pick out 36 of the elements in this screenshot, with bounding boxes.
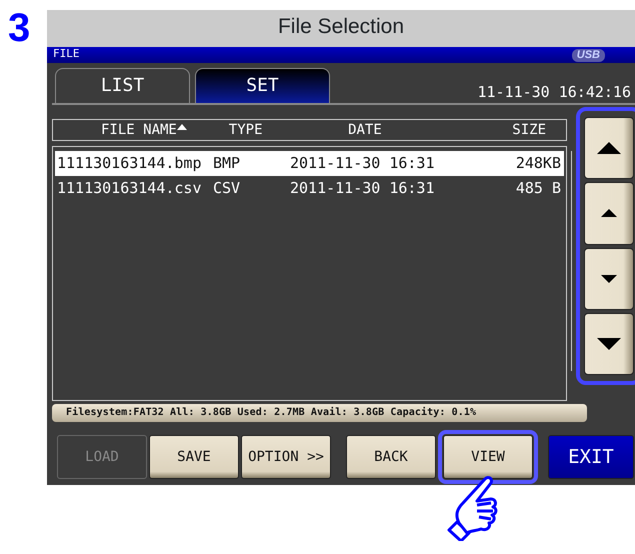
down-triangle-icon [601,274,617,283]
file-row[interactable]: 111130163144.bmp BMP 2011-11-30 16:31 248KB [55,151,564,176]
table-cell-text: BMP [213,153,242,174]
column-header[interactable]: TYPE [208,120,264,140]
scrollbar[interactable] [571,151,572,371]
page-down-button[interactable] [584,312,634,375]
up-triangle-icon [601,209,617,218]
column-header[interactable]: DATE [263,120,500,140]
table-cell-text: 111130163144.csv [56,178,202,199]
table-cell-text: 248KB [514,153,562,174]
action-button[interactable]: VIEW [443,435,533,479]
column-header[interactable]: FILE NAME [53,120,209,140]
tab[interactable]: SET [195,68,330,103]
table-cell-text: CSV [213,178,242,199]
down-triangle-icon [597,338,621,350]
step-number: 3 [7,10,32,52]
date-time: 11-11-30 16:42:16 [477,82,631,103]
table-cell-text: 2011-11-30 16:31 [289,178,436,199]
file-row[interactable]: 111130163144.csv CSV 2011-11-30 16:31 485 B [55,176,564,201]
window-title: File Selection [47,10,635,47]
table-cell-text: 2011-11-30 16:31 [289,153,436,174]
tab[interactable]: LIST [55,68,190,103]
scroll-down-button[interactable] [584,248,634,310]
action-button[interactable]: EXIT [548,435,634,479]
storage-badge: USB [572,49,605,62]
screen-label: FILE [53,47,80,61]
action-button[interactable]: OPTION >> [241,435,331,479]
status-bar: Filesystem:FAT32 All: 3.8GB Used: 2.7MB Avail: 3.8GB Capacity: 0.1% [52,404,587,422]
table-cell-text: 111130163144.bmp [56,153,202,174]
action-button[interactable]: BACK [346,435,436,479]
table-cell-text: 485 B [514,178,562,199]
up-triangle-icon [597,142,621,154]
action-button[interactable]: SAVE [149,435,239,479]
page-up-button[interactable] [584,117,634,180]
column-header[interactable]: SIZE [500,120,566,140]
scroll-up-button[interactable] [584,182,634,244]
